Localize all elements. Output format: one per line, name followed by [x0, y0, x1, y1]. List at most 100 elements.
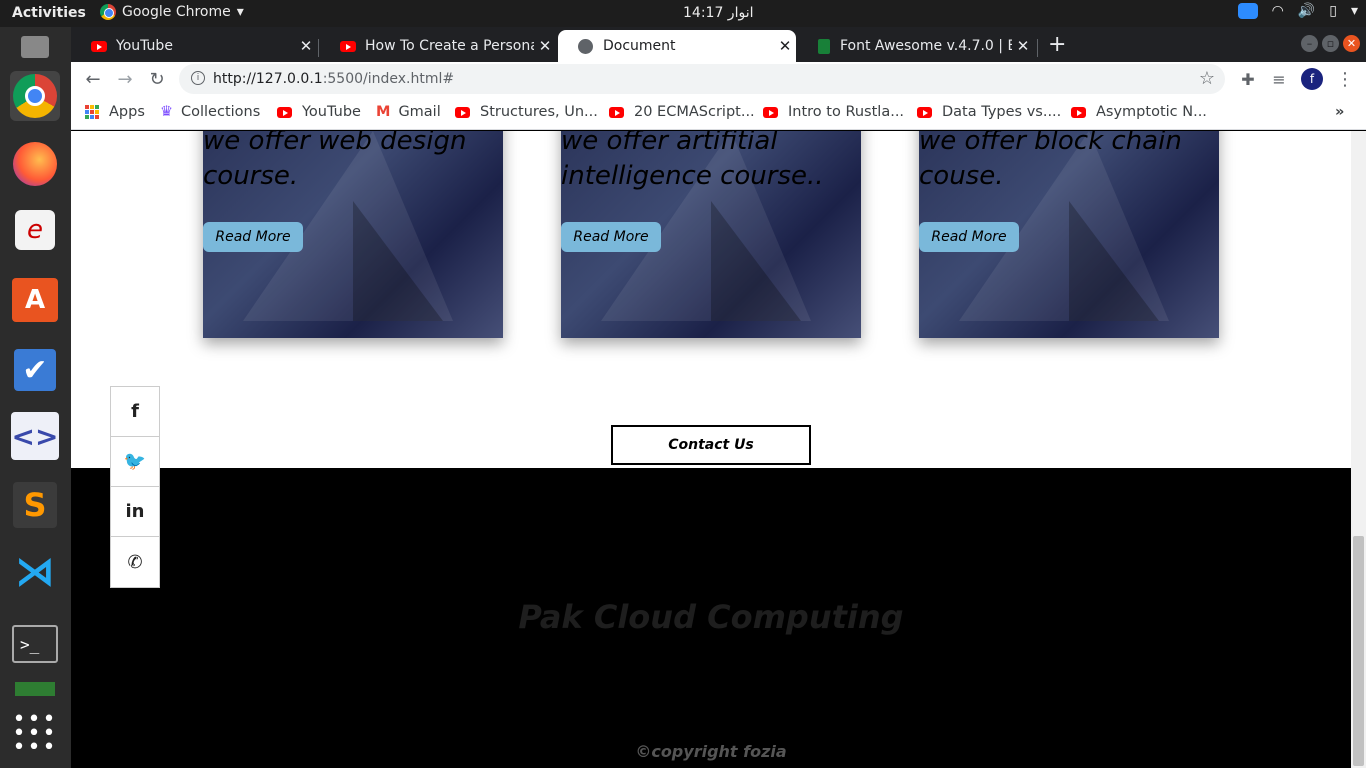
youtube-icon	[609, 106, 624, 118]
read-more-button[interactable]: Read More	[919, 222, 1019, 252]
globe-icon	[578, 38, 593, 54]
youtube-icon	[455, 106, 470, 118]
activities-button[interactable]: Activities	[12, 5, 86, 21]
page-viewport: we offer web design course. Read More we…	[71, 131, 1351, 768]
twitter-icon[interactable]: 🐦	[111, 437, 159, 487]
read-more-button[interactable]: Read More	[203, 222, 303, 252]
apps-grid-icon	[85, 105, 99, 119]
tab-how-to-create[interactable]: How To Create a Personal ✕	[320, 30, 556, 62]
bookmark-structures[interactable]: Structures, Un...	[455, 104, 598, 120]
tab-label: How To Create a Personal	[365, 38, 534, 54]
bookmark-label: Intro to Rustla...	[788, 104, 905, 120]
card-text: we offer web design course.	[203, 131, 467, 191]
linkedin-icon[interactable]: in	[111, 487, 159, 537]
vscode-icon[interactable]: ⋊	[10, 547, 60, 597]
card-background-facet	[353, 201, 443, 321]
youtube-icon	[91, 40, 107, 52]
tab-label: Font Awesome v.4.7.0 | Bo	[840, 38, 1012, 54]
tab-font-awesome[interactable]: Font Awesome v.4.7.0 | Bo ✕	[798, 30, 1034, 62]
card-text: we offer block chain couse.	[919, 131, 1182, 191]
bookmark-collections[interactable]: ♛ Collections	[160, 104, 260, 120]
chrome-dock-icon[interactable]	[10, 71, 60, 121]
window-controls: – ▫ ✕	[1301, 35, 1360, 52]
tab-youtube[interactable]: YouTube ✕	[71, 30, 317, 62]
tab-label: YouTube	[116, 38, 173, 54]
close-icon[interactable]: ✕	[1012, 37, 1034, 55]
youtube-icon	[917, 106, 932, 118]
bookmark-star-icon[interactable]: ☆	[1199, 68, 1215, 89]
bookmark-data-types[interactable]: Data Types vs....	[917, 104, 1061, 120]
media-control-icon[interactable]: ≡	[1267, 67, 1291, 91]
tasks-icon[interactable]: ✔	[10, 345, 60, 395]
gmail-icon: M	[376, 104, 391, 120]
forward-button[interactable]: →	[113, 67, 137, 91]
address-bar[interactable]: i http://127.0.0.1:5500/index.html# ☆	[179, 64, 1225, 94]
card-background-facet	[1069, 201, 1159, 321]
bookmark-asymptotic[interactable]: Asymptotic N...	[1071, 104, 1207, 120]
close-icon[interactable]: ✕	[774, 37, 796, 55]
url-text[interactable]: http://127.0.0.1:5500/index.html#	[213, 71, 454, 87]
show-applications-icon[interactable]: ••• ••• •••	[10, 709, 60, 759]
files-icon[interactable]	[10, 27, 60, 67]
battery-icon: ▯	[1329, 3, 1337, 19]
bookmark-label: Collections	[181, 104, 261, 120]
site-info-icon[interactable]: i	[191, 71, 205, 85]
tab-strip: YouTube ✕ How To Create a Personal ✕ Doc…	[71, 27, 1366, 62]
minimize-button[interactable]: –	[1301, 35, 1318, 52]
bookmark-youtube[interactable]: YouTube	[277, 104, 361, 120]
wifi-icon: ◠	[1271, 3, 1284, 19]
extensions-icon[interactable]: ✚	[1236, 67, 1260, 91]
system-tray[interactable]: ◠ 🔊 ▯ ▾	[1237, 3, 1358, 19]
firefox-icon[interactable]	[10, 139, 60, 189]
new-tab-button[interactable]: +	[1048, 32, 1066, 57]
zoom-icon[interactable]	[1237, 3, 1258, 19]
bookmark-label: 20 ECMAScript...	[634, 104, 755, 120]
bookmarks-bar: Apps ♛ Collections YouTube M Gmail Struc…	[71, 96, 1366, 130]
terminal-icon[interactable]: >_	[10, 619, 60, 669]
tab-label: Document	[603, 38, 676, 54]
youtube-icon	[763, 106, 778, 118]
maximize-button[interactable]: ▫	[1322, 35, 1339, 52]
window-close-button[interactable]: ✕	[1343, 35, 1360, 52]
youtube-icon	[277, 106, 292, 118]
facebook-icon[interactable]: f	[111, 387, 159, 437]
bookmark-label: Asymptotic N...	[1096, 104, 1207, 120]
whatsapp-icon[interactable]: ✆	[111, 537, 159, 587]
footer-brand: Pak Cloud Computing	[518, 598, 904, 636]
code-editor-icon[interactable]: <>	[10, 411, 60, 461]
contact-us-button[interactable]: Contact Us	[611, 425, 811, 465]
card-background-facet	[711, 201, 801, 321]
reload-button[interactable]: ↻	[145, 67, 169, 91]
footer: Pak Cloud Computing ©copyright fozia	[71, 468, 1351, 768]
youtube-icon	[1071, 106, 1086, 118]
youtube-icon	[340, 40, 356, 52]
bookmark-apps[interactable]: Apps	[85, 104, 145, 120]
social-share-bar: f 🐦 in ✆	[110, 386, 160, 588]
bookmark-gmail[interactable]: M Gmail	[376, 104, 441, 120]
back-button[interactable]: ←	[81, 67, 105, 91]
chevron-down-icon: ▾	[1350, 3, 1358, 19]
app-menu-label: Google Chrome	[122, 4, 231, 20]
chevron-down-icon: ▾	[236, 4, 244, 20]
close-icon[interactable]: ✕	[534, 37, 556, 55]
clock[interactable]: انوار 14:17	[683, 5, 753, 21]
evolution-mail-icon[interactable]: e	[10, 205, 60, 255]
footer-copyright: ©copyright fozia	[635, 742, 787, 761]
bookmarks-overflow-icon[interactable]: »	[1335, 104, 1344, 120]
page-scrollbar[interactable]	[1351, 131, 1366, 768]
sheets-icon	[818, 38, 830, 54]
dock: e A ✔ <> S ⋊ >_ ••• ••• •••	[0, 27, 71, 768]
course-card: we offer artifitial intelligence course.…	[561, 131, 861, 338]
bookmark-rustlang[interactable]: Intro to Rustla...	[763, 104, 904, 120]
app-menu[interactable]: Google Chrome ▾	[100, 4, 244, 20]
menu-kebab-icon[interactable]: ⋮	[1333, 67, 1357, 91]
bookmark-ecmascript[interactable]: 20 ECMAScript...	[609, 104, 755, 120]
read-more-button[interactable]: Read More	[561, 222, 661, 252]
spreadsheet-icon[interactable]	[10, 679, 60, 699]
sublime-text-icon[interactable]: S	[10, 480, 60, 530]
software-center-icon[interactable]: A	[10, 275, 60, 325]
scrollbar-thumb[interactable]	[1353, 536, 1364, 766]
profile-avatar[interactable]: f	[1301, 68, 1323, 90]
close-icon[interactable]: ✕	[295, 37, 317, 55]
tab-document[interactable]: Document ✕	[558, 30, 796, 62]
